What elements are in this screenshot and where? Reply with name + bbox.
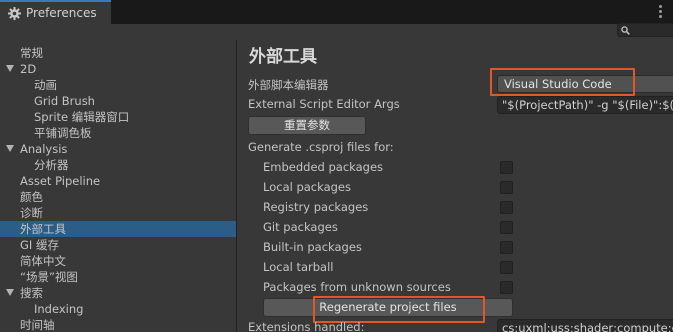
package-option-checkbox[interactable]: [500, 261, 513, 274]
sidebar-item-label: 搜索: [20, 286, 43, 300]
package-option-label: Local tarball: [263, 260, 334, 274]
sidebar-item-label: Grid Brush: [34, 94, 95, 108]
package-option-checkbox[interactable]: [500, 241, 513, 254]
sidebar-item-label: Analysis: [20, 142, 68, 156]
extensions-handled-value: cs;uxml;uss;shader;compute;cginc;hlsl;gl…: [502, 321, 673, 332]
sidebar-item[interactable]: 动画: [0, 77, 236, 93]
package-option-label: Git packages: [263, 220, 338, 234]
sidebar-item[interactable]: Indexing: [0, 301, 236, 317]
sidebar-item[interactable]: Asset Pipeline: [0, 173, 236, 189]
sidebar-item[interactable]: 颜色: [0, 189, 236, 205]
sidebar-item[interactable]: GI 缓存: [0, 237, 236, 253]
sidebar-item[interactable]: 诊断: [0, 205, 236, 221]
sidebar-item[interactable]: “场景”视图: [0, 269, 236, 285]
package-option-label: Embedded packages: [263, 160, 384, 174]
external-script-editor-args-field[interactable]: "$(ProjectPath)" -g "$(File)":$(Line):$(…: [497, 96, 673, 114]
preferences-sidebar: 常规 2D 动画 Grid Brush Sprite 编辑器窗口 平铺调色板 Analysi…: [0, 40, 237, 332]
external-script-editor-value: Visual Studio Code: [504, 77, 612, 91]
sidebar-item-label: GI 缓存: [20, 238, 59, 252]
sidebar-item-label: 诊断: [20, 206, 43, 220]
sidebar-item-label: 简体中文: [20, 254, 66, 268]
sidebar-item-label: 平铺调色板: [34, 126, 92, 140]
expand-arrow-icon[interactable]: [6, 65, 14, 72]
package-option-label: Built-in packages: [263, 240, 362, 254]
package-option-checkbox[interactable]: [500, 181, 513, 194]
sidebar-item-label: 颜色: [20, 190, 43, 204]
sidebar-item[interactable]: 简体中文: [0, 253, 236, 269]
sidebar-item[interactable]: 外部工具: [0, 221, 236, 237]
regenerate-project-files-button[interactable]: Regenerate project files: [263, 298, 513, 317]
sidebar-item-label: 时间轴: [20, 318, 55, 332]
sidebar-item[interactable]: Sprite 编辑器窗口: [0, 109, 236, 125]
sidebar-item[interactable]: 时间轴: [0, 317, 236, 332]
tab-bar: Preferences: [0, 0, 673, 24]
package-option-checkbox[interactable]: [500, 161, 513, 174]
external-script-editor-args-label: External Script Editor Args: [248, 97, 400, 111]
package-option-label: Packages from unknown sources: [263, 280, 451, 294]
package-option-checkbox[interactable]: [500, 281, 513, 294]
external-tools-panel: 外部工具 外部脚本编辑器 Visual Studio Code External…: [238, 40, 673, 332]
reset-args-button[interactable]: 重置参数: [248, 116, 366, 135]
search-input[interactable]: [617, 23, 673, 37]
tab-preferences[interactable]: Preferences: [0, 0, 111, 24]
package-option-checkbox[interactable]: [500, 201, 513, 214]
gear-icon: [8, 6, 21, 20]
search-icon: [621, 26, 630, 35]
sidebar-item-label: Sprite 编辑器窗口: [34, 110, 130, 124]
external-script-editor-args-value: "$(ProjectPath)" -g "$(File)":$(Line):$(…: [502, 98, 673, 112]
sidebar-item-label: Indexing: [34, 302, 84, 316]
package-option-label: Local packages: [263, 180, 352, 194]
generate-csproj-label: Generate .csproj files for:: [248, 140, 394, 154]
sidebar-item-label: “场景”视图: [20, 270, 78, 284]
more-options-icon[interactable]: [657, 4, 665, 18]
sidebar-item[interactable]: 2D: [0, 61, 236, 77]
package-option-label: Registry packages: [263, 200, 369, 214]
tab-title: Preferences: [26, 6, 97, 20]
sidebar-item-label: 分析器: [34, 158, 69, 172]
package-option-checkbox[interactable]: [500, 221, 513, 234]
sidebar-item-label: 外部工具: [20, 222, 66, 236]
sidebar-item[interactable]: 搜索: [0, 285, 236, 301]
extensions-handled-label: Extensions handled:: [248, 320, 365, 332]
sidebar-item-label: Asset Pipeline: [20, 174, 101, 188]
extensions-handled-field[interactable]: cs;uxml;uss;shader;compute;cginc;hlsl;gl…: [497, 319, 673, 332]
page-title: 外部工具: [249, 47, 317, 67]
sidebar-item[interactable]: Grid Brush: [0, 93, 236, 109]
expand-arrow-icon[interactable]: [6, 289, 14, 296]
sidebar-item-label: 动画: [34, 78, 57, 92]
sidebar-item-label: 2D: [20, 62, 37, 76]
sidebar-item-label: 常规: [20, 46, 43, 60]
external-script-editor-dropdown[interactable]: Visual Studio Code: [497, 75, 673, 93]
sidebar-item[interactable]: Analysis: [0, 141, 236, 157]
sidebar-item[interactable]: 分析器: [0, 157, 236, 173]
sidebar-item[interactable]: 常规: [0, 45, 236, 61]
external-script-editor-label: 外部脚本编辑器: [248, 78, 329, 92]
expand-arrow-icon[interactable]: [6, 145, 14, 152]
sidebar-item[interactable]: 平铺调色板: [0, 125, 236, 141]
